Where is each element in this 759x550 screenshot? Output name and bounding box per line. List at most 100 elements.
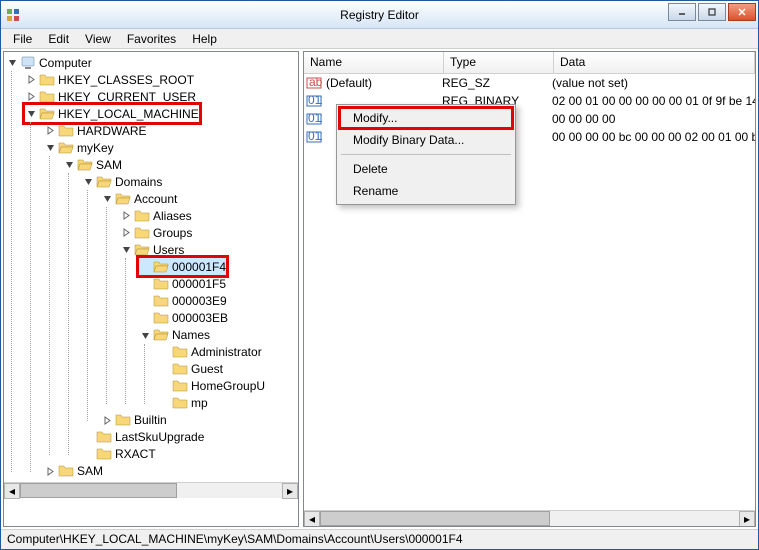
tree-000001f5[interactable]: 000001F5: [139, 276, 296, 293]
tree-label: Administrator: [191, 345, 262, 359]
binary-value-icon: [306, 93, 322, 109]
tree-label: mp: [191, 396, 208, 410]
menu-edit[interactable]: Edit: [40, 30, 77, 48]
tree-aliases[interactable]: Aliases: [120, 207, 296, 224]
no-expander: [158, 346, 170, 358]
title-bar: Registry Editor: [1, 1, 758, 29]
tree-label: LastSkuUpgrade: [115, 430, 204, 444]
tree-sam[interactable]: SAM: [63, 156, 296, 173]
tree-hardware[interactable]: HARDWARE: [44, 122, 296, 139]
tree-pane[interactable]: Computer HKEY_CLASSES_ROOT HKEY_CURRENT_…: [3, 51, 299, 527]
tree-computer[interactable]: Computer: [6, 54, 296, 71]
no-expander: [139, 261, 151, 273]
tree-rxact[interactable]: RXACT: [82, 446, 296, 463]
value-data: 02 00 01 00 00 00 00 00 01 0f 9f be 14 1…: [552, 94, 755, 108]
folder-icon: [153, 327, 169, 343]
expander-icon[interactable]: [44, 142, 56, 154]
tree-guest[interactable]: Guest: [158, 361, 296, 378]
tree-builtin[interactable]: Builtin: [101, 412, 296, 429]
tree-homegroup[interactable]: HomeGroupU: [158, 378, 296, 395]
tree-label: Groups: [153, 226, 192, 240]
tree-000003e9[interactable]: 000003E9: [139, 293, 296, 310]
expander-icon[interactable]: [25, 108, 37, 120]
expander-icon[interactable]: [44, 465, 56, 477]
tree-hkcr[interactable]: HKEY_CLASSES_ROOT: [25, 71, 296, 88]
list-header: Name Type Data: [304, 52, 755, 74]
tree-account[interactable]: Account: [101, 190, 296, 207]
no-expander: [158, 397, 170, 409]
col-data[interactable]: Data: [554, 52, 755, 73]
tree-label: Names: [172, 328, 210, 342]
col-name[interactable]: Name: [304, 52, 444, 73]
folder-icon: [58, 123, 74, 139]
expander-icon[interactable]: [25, 91, 37, 103]
tree-label: Computer: [39, 56, 92, 70]
folder-icon: [153, 259, 169, 275]
tree-label: 000003E9: [172, 294, 227, 308]
expander-icon[interactable]: [82, 176, 94, 188]
tree-label: 000001F5: [172, 277, 226, 291]
tree-names[interactable]: Names: [139, 327, 296, 344]
folder-icon: [115, 191, 131, 207]
menu-help[interactable]: Help: [184, 30, 225, 48]
list-pane[interactable]: Name Type Data (Default) REG_SZ (value n…: [303, 51, 756, 527]
folder-icon: [58, 140, 74, 156]
tree-label: Domains: [115, 175, 162, 189]
expander-icon[interactable]: [63, 159, 75, 171]
tree-label: RXACT: [115, 447, 156, 461]
context-menu: Modify... Modify Binary Data... Delete R…: [336, 104, 516, 205]
scroll-right-icon[interactable]: ▸: [282, 483, 298, 499]
list-row[interactable]: (Default) REG_SZ (value not set): [304, 74, 755, 92]
tree-lastsku[interactable]: LastSkuUpgrade: [82, 429, 296, 446]
tree-sam2[interactable]: SAM: [44, 463, 296, 480]
tree-hklm[interactable]: HKEY_LOCAL_MACHINE: [25, 105, 199, 122]
tree-administrator[interactable]: Administrator: [158, 344, 296, 361]
expander-icon[interactable]: [120, 244, 132, 256]
expander-icon[interactable]: [44, 125, 56, 137]
expander-icon[interactable]: [139, 329, 151, 341]
folder-icon: [96, 174, 112, 190]
value-data: (value not set): [552, 76, 755, 90]
expander-icon[interactable]: [120, 210, 132, 222]
cm-rename[interactable]: Rename: [339, 180, 513, 202]
app-icon: [5, 7, 21, 23]
scroll-right-icon[interactable]: ▸: [739, 511, 755, 527]
window-title: Registry Editor: [340, 8, 419, 22]
tree-label: myKey: [77, 141, 114, 155]
tree-000003eb[interactable]: 000003EB: [139, 310, 296, 327]
menu-view[interactable]: View: [77, 30, 119, 48]
expander-icon[interactable]: [25, 74, 37, 86]
no-expander: [82, 448, 94, 460]
tree-mp[interactable]: mp: [158, 395, 296, 412]
no-expander: [158, 380, 170, 392]
list-scrollbar[interactable]: ◂▸: [304, 510, 755, 526]
expander-icon[interactable]: [120, 227, 132, 239]
cm-delete[interactable]: Delete: [339, 158, 513, 180]
scroll-left-icon[interactable]: ◂: [4, 483, 20, 499]
expander-icon[interactable]: [101, 414, 113, 426]
scroll-left-icon[interactable]: ◂: [304, 511, 320, 527]
menu-file[interactable]: File: [5, 30, 40, 48]
tree-mykey[interactable]: myKey: [44, 139, 296, 156]
menu-favorites[interactable]: Favorites: [119, 30, 184, 48]
close-button[interactable]: [728, 3, 756, 21]
minimize-button[interactable]: [668, 3, 696, 21]
tree-domains[interactable]: Domains: [82, 173, 296, 190]
scroll-thumb[interactable]: [20, 483, 177, 498]
cm-modify-binary[interactable]: Modify Binary Data...: [339, 129, 513, 151]
folder-icon: [115, 412, 131, 428]
cm-separator: [341, 154, 511, 155]
maximize-button[interactable]: [698, 3, 726, 21]
expander-icon[interactable]: [101, 193, 113, 205]
expander-icon[interactable]: [6, 57, 18, 69]
tree-000001f4[interactable]: 000001F4: [139, 258, 226, 275]
tree-label: HARDWARE: [77, 124, 147, 138]
value-name: (Default): [326, 76, 442, 90]
scroll-thumb[interactable]: [320, 511, 550, 526]
tree-scrollbar[interactable]: ◂▸: [4, 482, 298, 498]
no-expander: [139, 278, 151, 290]
tree-groups[interactable]: Groups: [120, 224, 296, 241]
cm-modify[interactable]: Modify...: [338, 106, 514, 130]
tree-label: SAM: [77, 464, 103, 478]
col-type[interactable]: Type: [444, 52, 554, 73]
